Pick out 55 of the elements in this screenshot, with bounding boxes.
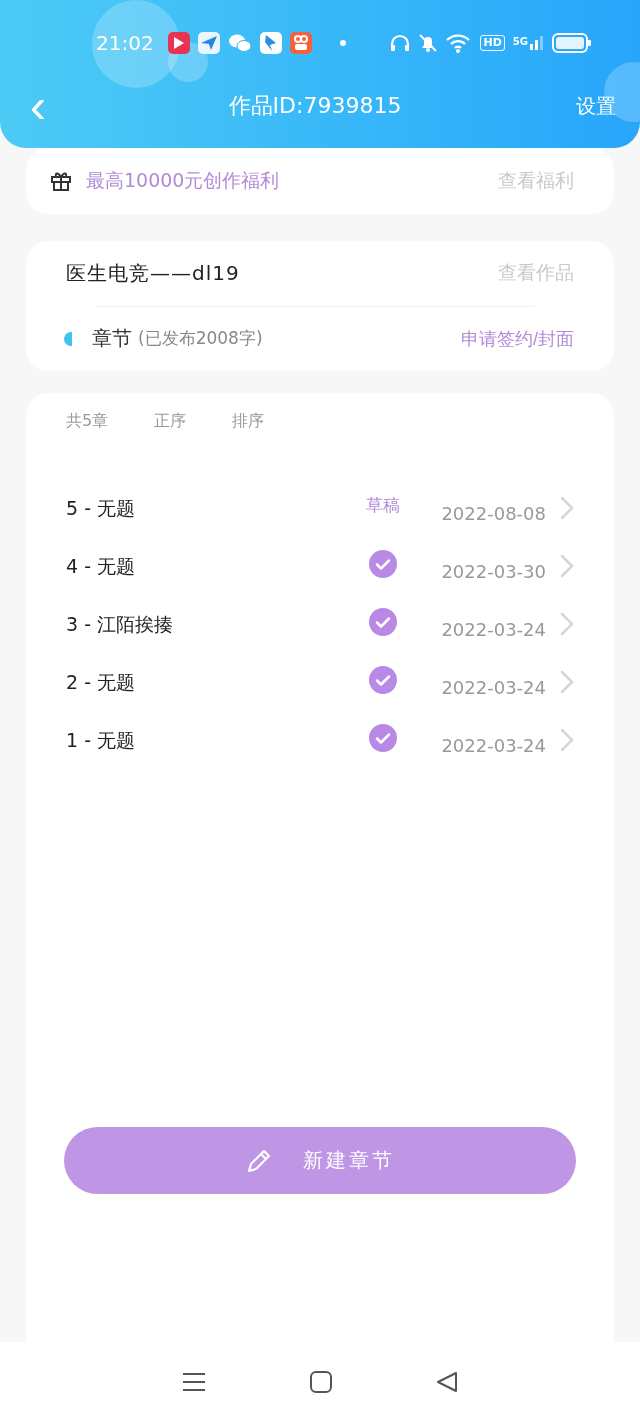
chevron-right-icon — [560, 554, 574, 578]
chapter-title: 1 - 无题 — [66, 728, 137, 753]
chapter-title: 2 - 无题 — [66, 670, 137, 695]
chapter-row[interactable]: 4 - 无题 2022-03-30 — [66, 538, 574, 596]
page-title: 作品ID:7939815 — [228, 92, 402, 120]
section-marker-icon — [64, 331, 72, 346]
new-chapter-button[interactable]: 新建章节 — [64, 1127, 576, 1194]
chapter-date: 2022-03-24 — [441, 618, 546, 640]
chevron-right-icon — [560, 496, 574, 520]
bird-app-icon — [259, 32, 282, 54]
chapter-count: 共5章 — [66, 411, 109, 432]
promo-text: 最高10000元创作福利 — [86, 168, 281, 193]
checkmark-circle-icon — [369, 666, 398, 694]
settings-button[interactable]: 设置 — [576, 92, 616, 120]
dot-icon — [339, 40, 346, 46]
chapter-date: 2022-03-24 — [441, 734, 546, 756]
checkmark-circle-icon — [369, 608, 398, 636]
home-square-icon[interactable] — [310, 1371, 332, 1393]
paper-plane-app-icon — [197, 32, 220, 54]
gift-icon — [50, 170, 72, 192]
chapter-row[interactable]: 3 - 江陌挨揍 2022-03-24 — [66, 596, 574, 654]
chat-bubbles-icon — [227, 33, 252, 53]
chapter-date: 2022-08-08 — [441, 502, 546, 524]
chevron-right-icon — [560, 670, 574, 694]
word-count-note: (已发布2008字) — [138, 327, 264, 351]
status-time: 21:02 — [96, 31, 154, 55]
chevron-right-icon — [560, 612, 574, 636]
checkmark-circle-icon — [369, 550, 398, 578]
chapter-title: 4 - 无题 — [66, 554, 137, 579]
sort-option[interactable]: 正序 — [154, 411, 187, 432]
apply-contract-link[interactable]: 申请签约/封面 — [461, 326, 574, 351]
battery-icon — [552, 33, 592, 53]
chapter-title: 5 - 无题 — [66, 496, 137, 521]
back-button[interactable]: ‹ — [22, 86, 54, 126]
chapter-row[interactable]: 5 - 无题 草稿 2022-08-08 — [66, 480, 574, 538]
work-title: 医生电竞——dl19 — [66, 259, 241, 287]
signal-icon — [530, 36, 544, 50]
camera-app-icon — [289, 32, 312, 54]
play-app-icon — [167, 32, 190, 54]
bell-off-icon — [418, 33, 439, 53]
draft-label: 草稿 — [365, 493, 402, 517]
chapter-row[interactable]: 1 - 无题 2022-03-24 — [66, 712, 574, 770]
back-triangle-icon[interactable] — [436, 1371, 458, 1393]
checkmark-circle-icon — [369, 724, 398, 752]
chapter-date: 2022-03-24 — [441, 676, 546, 698]
hd-badge: HD — [480, 35, 505, 51]
section-label: 章节 — [92, 325, 132, 353]
headphones-icon — [390, 34, 411, 52]
chapter-title: 3 - 江陌挨揍 — [66, 612, 175, 637]
chapter-row[interactable]: 2 - 无题 2022-03-24 — [66, 654, 574, 712]
network-type-label: 5G — [512, 36, 528, 47]
menu-icon[interactable] — [182, 1372, 206, 1392]
chapter-date: 2022-03-30 — [441, 560, 546, 582]
sort-option[interactable]: 排序 — [232, 411, 265, 432]
chevron-right-icon — [560, 728, 574, 752]
